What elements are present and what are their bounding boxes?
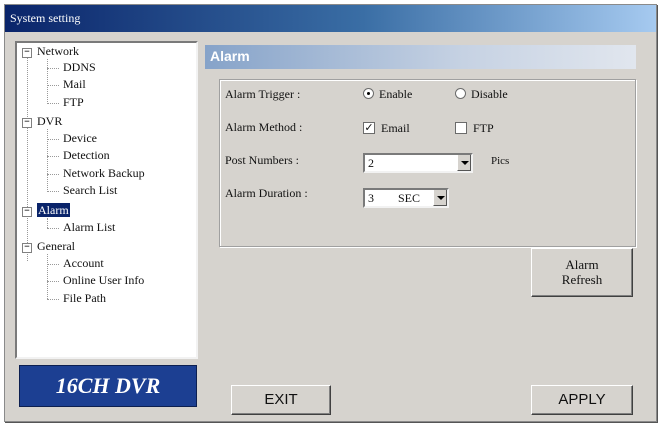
chevron-down-icon[interactable] bbox=[457, 155, 471, 171]
alarm-duration-label: Alarm Duration : bbox=[225, 186, 308, 200]
tree-item-file-path[interactable]: File Path bbox=[63, 291, 106, 306]
post-numbers-label: Post Numbers : bbox=[225, 153, 300, 167]
alarm-method-label: Alarm Method : bbox=[225, 120, 303, 134]
tree-connector bbox=[47, 228, 59, 229]
trigger-disable-radio[interactable] bbox=[455, 88, 466, 99]
post-numbers-unit: Pics bbox=[491, 155, 510, 167]
tree-item-alarm-label: Alarm bbox=[37, 203, 70, 217]
panel-title: Alarm bbox=[210, 48, 250, 64]
tree-item-device[interactable]: Device bbox=[63, 131, 97, 146]
post-numbers-value: 2 bbox=[368, 156, 374, 170]
method-email-checkbox[interactable]: ✓ bbox=[363, 122, 375, 134]
tree-item-dvr[interactable]: DVR bbox=[37, 114, 62, 129]
tree-connector bbox=[47, 103, 59, 104]
tree-item-search-list[interactable]: Search List bbox=[63, 183, 117, 198]
apply-button[interactable]: APPLY bbox=[531, 385, 633, 415]
trigger-enable-label[interactable]: Enable bbox=[379, 87, 412, 102]
apply-button-label: APPLY bbox=[558, 391, 606, 408]
exit-button-label: EXIT bbox=[264, 391, 298, 408]
tree-connector bbox=[47, 156, 59, 157]
tree-item-detection[interactable]: Detection bbox=[63, 148, 110, 163]
tree-connector bbox=[47, 281, 59, 282]
method-ftp-label[interactable]: FTP bbox=[473, 121, 494, 136]
window-title: System setting bbox=[10, 11, 81, 25]
method-email-label[interactable]: Email bbox=[381, 121, 410, 136]
alarm-refresh-label-line2: Refresh bbox=[561, 272, 603, 287]
method-ftp-checkbox[interactable] bbox=[455, 122, 467, 134]
alarm-refresh-label-line1: Alarm bbox=[565, 257, 599, 272]
collapse-general-icon[interactable]: − bbox=[22, 243, 32, 253]
system-setting-window: System setting − Network DDNS Mail FTP −… bbox=[4, 4, 657, 422]
tree-item-general[interactable]: General bbox=[37, 239, 75, 254]
tree-connector bbox=[47, 85, 59, 86]
alarm-trigger-label: Alarm Trigger : bbox=[225, 87, 301, 101]
exit-button[interactable]: EXIT bbox=[231, 385, 331, 415]
collapse-network-icon[interactable]: − bbox=[22, 48, 32, 58]
trigger-enable-radio[interactable] bbox=[363, 88, 374, 99]
alarm-duration-value: 3 bbox=[368, 191, 374, 205]
chevron-down-icon[interactable] bbox=[433, 190, 447, 206]
tree-connector bbox=[47, 174, 59, 175]
post-numbers-select[interactable]: 2 bbox=[363, 153, 473, 173]
tree-item-mail[interactable]: Mail bbox=[63, 77, 86, 92]
product-logo: 16CH DVR bbox=[19, 365, 197, 407]
tree-item-network-backup[interactable]: Network Backup bbox=[63, 166, 145, 181]
alarm-refresh-button[interactable]: Alarm Refresh bbox=[531, 248, 633, 297]
panel-header: Alarm bbox=[205, 45, 636, 69]
tree-connector bbox=[47, 68, 59, 69]
tree-connector bbox=[47, 264, 59, 265]
tree-item-online-user-info[interactable]: Online User Info bbox=[63, 273, 144, 288]
tree-item-alarm-list[interactable]: Alarm List bbox=[63, 220, 115, 235]
tree-item-network[interactable]: Network bbox=[37, 44, 79, 59]
collapse-dvr-icon[interactable]: − bbox=[22, 118, 32, 128]
tree-connector bbox=[47, 218, 48, 228]
tree-item-account[interactable]: Account bbox=[63, 256, 104, 271]
tree-connector bbox=[47, 59, 48, 104]
tree-connector bbox=[27, 57, 28, 261]
tree-connector bbox=[47, 191, 59, 192]
trigger-disable-label[interactable]: Disable bbox=[471, 87, 508, 102]
collapse-alarm-icon[interactable]: − bbox=[22, 207, 32, 217]
title-bar[interactable]: System setting bbox=[5, 5, 656, 32]
tree-connector bbox=[47, 139, 59, 140]
tree-connector bbox=[47, 254, 48, 299]
alarm-duration-unit: SEC bbox=[398, 191, 421, 205]
tree-item-ddns[interactable]: DDNS bbox=[63, 60, 96, 75]
tree-item-alarm[interactable]: Alarm bbox=[37, 203, 70, 218]
settings-tree: − Network DDNS Mail FTP − DVR Device Det… bbox=[15, 41, 198, 359]
tree-item-ftp[interactable]: FTP bbox=[63, 95, 84, 110]
tree-connector bbox=[47, 299, 59, 300]
alarm-duration-select[interactable]: 3 SEC bbox=[363, 188, 449, 208]
